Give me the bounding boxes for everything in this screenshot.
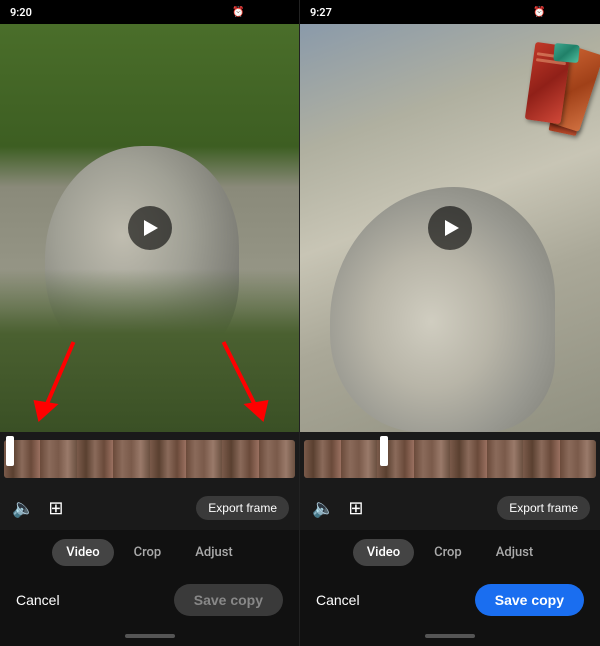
thumb-7 (222, 440, 258, 478)
timeline-track-right[interactable] (304, 440, 596, 478)
edit-tabs-right: Video Crop Adjust (300, 530, 600, 574)
battery-left: 45% (270, 7, 289, 18)
teal-item (553, 43, 579, 63)
cancel-button-left[interactable]: Cancel (16, 592, 60, 608)
tab-crop-left[interactable]: Crop (120, 539, 176, 566)
wifi-icon-right: ▼ (548, 7, 558, 18)
play-button-left[interactable] (128, 206, 172, 250)
time-left: 9:20 (10, 6, 32, 19)
status-bar-left: 9:20 ⏰ ▼ ▲ 45% (0, 0, 299, 24)
tab-adjust-left[interactable]: Adjust (181, 539, 246, 566)
video-area-right[interactable] (300, 24, 600, 432)
alarm-icon-right: ⏰ (533, 7, 545, 18)
scrubber-handle-right[interactable] (380, 436, 388, 466)
thumb-r7 (523, 440, 560, 478)
timeline-bar-left[interactable] (0, 432, 299, 486)
status-icons-left: ⏰ ▼ ▲ 45% (232, 7, 289, 18)
save-copy-button-right[interactable]: Save copy (475, 584, 584, 616)
toolbar-icons-right: 🔈 ⊞ (310, 496, 366, 521)
signal-icon-left: ▲ (259, 7, 269, 18)
home-indicator-right (300, 626, 600, 646)
thumb-r1 (304, 440, 341, 478)
scrubber-handle-left[interactable] (6, 436, 14, 466)
home-bar-right (425, 634, 475, 638)
battery-right: 45% (571, 7, 590, 18)
thumb-4 (113, 440, 149, 478)
tab-video-left[interactable]: Video (52, 539, 113, 566)
tab-crop-right[interactable]: Crop (420, 539, 476, 566)
thumb-6 (186, 440, 222, 478)
cancel-button-right[interactable]: Cancel (316, 592, 360, 608)
play-icon-right (445, 220, 459, 236)
action-bar-right: Cancel Save copy (300, 574, 600, 626)
signal-icon-right: ▲ (560, 7, 570, 18)
play-icon-left (144, 220, 158, 236)
home-indicator-left (0, 626, 299, 646)
toolbar-icons-left: 🔈 ⊞ (10, 496, 66, 521)
timeline-bar-right[interactable] (300, 432, 600, 486)
toolbar-left: 🔈 ⊞ Export frame (0, 486, 299, 530)
play-button-right[interactable] (428, 206, 472, 250)
status-icons-right: ⏰ ▼ ▲ 45% (533, 7, 590, 18)
thumb-r2 (341, 440, 378, 478)
volume-button-right[interactable]: 🔈 (310, 496, 336, 521)
alarm-icon-left: ⏰ (232, 7, 244, 18)
tab-video-right[interactable]: Video (353, 539, 414, 566)
thumb-r5 (450, 440, 487, 478)
thumb-8 (259, 440, 295, 478)
time-right: 9:27 (310, 6, 332, 19)
fullscreen-button-left[interactable]: ⊞ (46, 496, 65, 521)
tab-adjust-right[interactable]: Adjust (482, 539, 547, 566)
thumb-r6 (487, 440, 524, 478)
save-copy-button-left[interactable]: Save copy (174, 584, 283, 616)
books-container (444, 44, 594, 289)
volume-button-left[interactable]: 🔈 (10, 496, 36, 521)
fullscreen-button-right[interactable]: ⊞ (346, 496, 365, 521)
export-frame-button-right[interactable]: Export frame (497, 496, 590, 520)
status-bar-right: 9:27 ⏰ ▼ ▲ 45% (300, 0, 600, 24)
timeline-track-left[interactable] (4, 440, 295, 478)
thumb-3 (77, 440, 113, 478)
thumb-r8 (560, 440, 597, 478)
thumb-2 (40, 440, 76, 478)
export-frame-button-left[interactable]: Export frame (196, 496, 289, 520)
thumb-5 (150, 440, 186, 478)
grass-left (0, 269, 299, 432)
wifi-icon-left: ▼ (247, 7, 257, 18)
edit-tabs-left: Video Crop Adjust (0, 530, 299, 574)
action-bar-left: Cancel Save copy (0, 574, 299, 626)
left-phone-panel: 9:20 ⏰ ▼ ▲ 45% (0, 0, 300, 646)
toolbar-right: 🔈 ⊞ Export frame (300, 486, 600, 530)
thumb-r4 (414, 440, 451, 478)
right-phone-panel: 9:27 ⏰ ▼ ▲ 45% (300, 0, 600, 646)
video-area-left[interactable] (0, 24, 299, 432)
home-bar-left (125, 634, 175, 638)
